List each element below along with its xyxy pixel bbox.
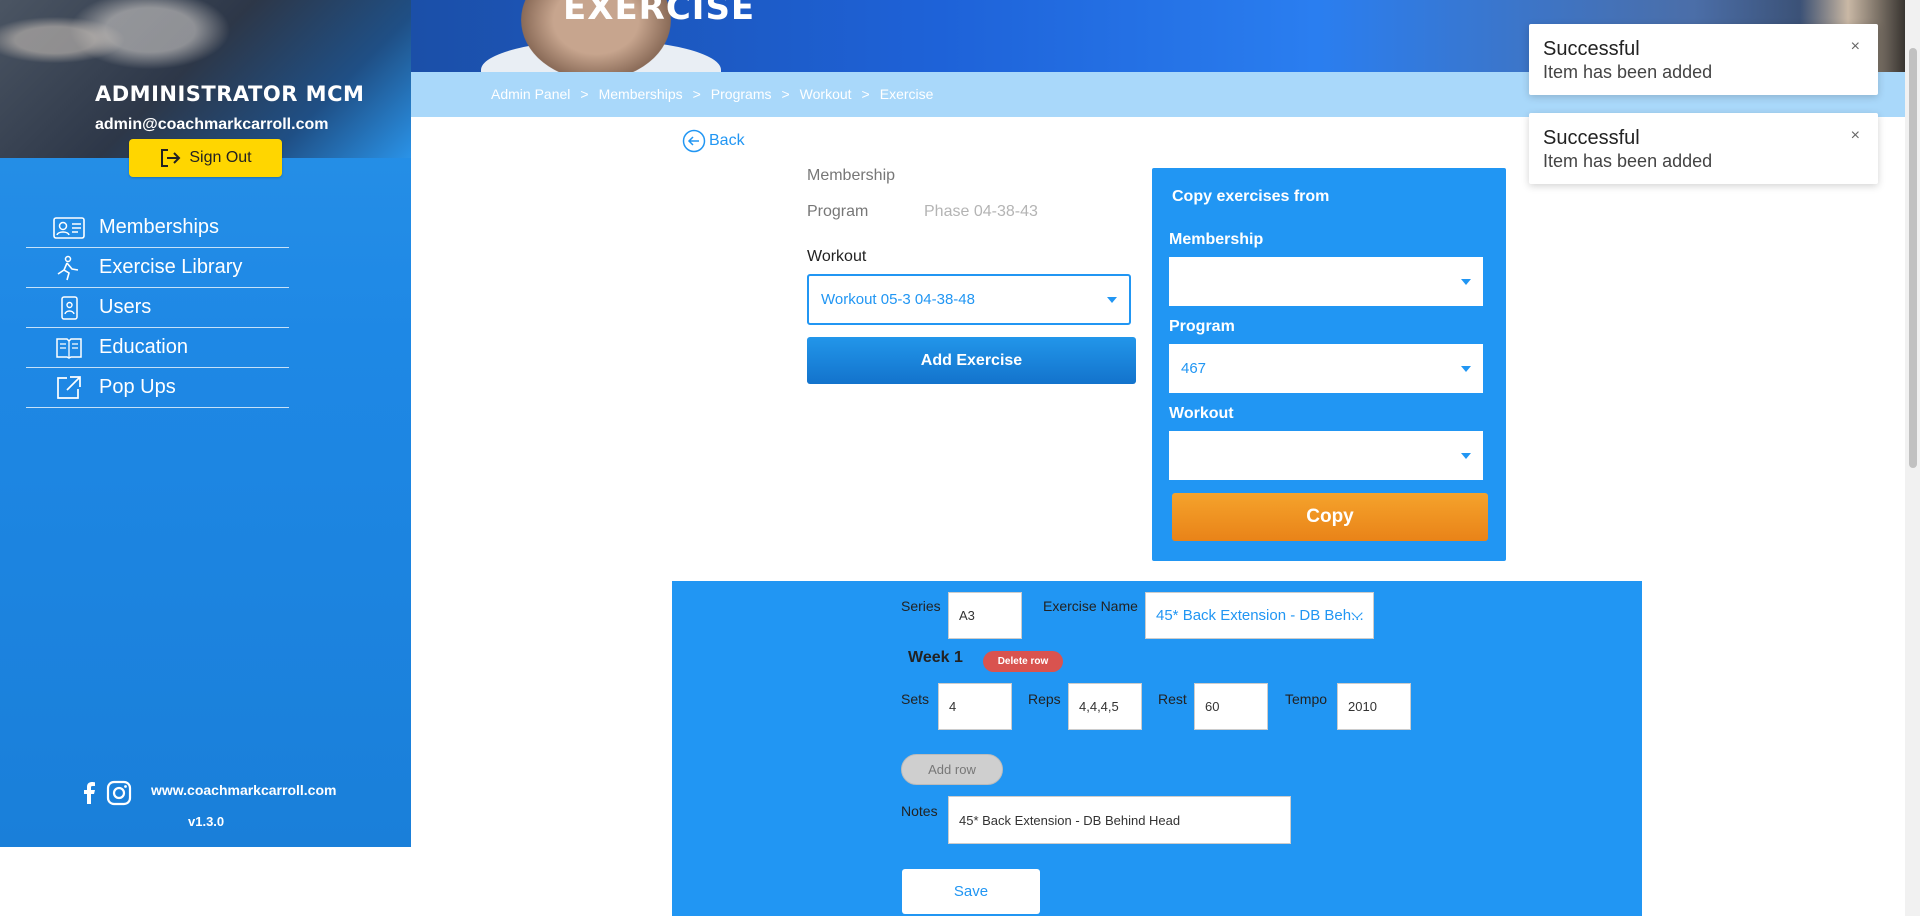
add-row-button[interactable]: Add row [901,754,1003,785]
sign-out-label: Sign Out [189,149,252,166]
page-scrollbar[interactable] [1905,0,1920,916]
series-label: Series [901,598,941,614]
copy-program-select[interactable]: 467 [1169,344,1483,393]
breadcrumb-separator: > [692,86,701,102]
copy-panel-title: Copy exercises from [1172,188,1330,205]
sign-out-button[interactable]: Sign Out [129,139,282,177]
dropdown-caret-icon [1461,452,1471,459]
toast-message: Item has been added [1543,151,1713,171]
copy-membership-select[interactable] [1169,257,1483,306]
sidebar-item-label: Users [99,296,152,318]
id-card-icon [53,216,85,239]
notes-input[interactable]: 45* Back Extension - DB Behind Head [948,796,1291,844]
page-title: EXERCISE [563,0,756,28]
sidebar-item-label: Education [99,336,188,358]
facebook-icon[interactable] [82,782,96,804]
sidebar: ADMINISTRATOR MCM admin@coachmarkcarroll… [0,0,411,847]
breadcrumb-programs[interactable]: Programs [711,86,772,102]
sidebar-item-memberships[interactable]: Memberships [26,208,289,248]
workout-select-value: Workout 05-3 04-38-48 [821,291,975,308]
copy-exercises-panel: Copy exercises from Membership Program 4… [1152,168,1506,561]
copy-program-value: 467 [1181,360,1207,377]
breadcrumb-separator: > [580,86,589,102]
membership-label: Membership [807,167,896,184]
sign-out-icon [161,149,181,167]
social-links [82,780,132,806]
exercise-name-value: 45* Back Extension - DB Beh... [1156,607,1364,624]
save-button[interactable]: Save [902,869,1040,914]
user-icon [61,295,78,320]
success-toast: Successful Item has been added × [1529,113,1878,184]
toast-title: Successful [1543,38,1640,60]
breadcrumb: Admin Panel > Memberships > Programs > W… [491,86,933,102]
copy-membership-label: Membership [1169,231,1264,248]
sidebar-item-users[interactable]: Users [26,288,289,328]
success-toast: Successful Item has been added × [1529,24,1878,95]
rest-label: Rest [1158,691,1187,707]
week-label: Week 1 [908,649,963,666]
admin-email: admin@coachmarkcarroll.com [95,116,329,133]
workout-select[interactable]: Workout 05-3 04-38-48 [807,274,1131,325]
instagram-icon[interactable] [106,780,132,806]
copy-program-label: Program [1169,318,1235,335]
rest-input[interactable]: 60 [1194,683,1268,730]
sidebar-item-pop-ups[interactable]: Pop Ups [26,368,289,408]
tempo-label: Tempo [1285,691,1328,707]
dropdown-caret-icon [1461,278,1471,285]
toast-title: Successful [1543,127,1640,149]
breadcrumb-separator: > [861,86,870,102]
exercise-editor-panel: Series A3 Exercise Name 45* Back Extensi… [672,581,1642,916]
copy-workout-label: Workout [1169,405,1234,422]
breadcrumb-exercise[interactable]: Exercise [880,86,934,102]
reps-input[interactable]: 4,4,4,5 [1068,683,1142,730]
sidebar-nav: Memberships Exercise Library Users Educa… [26,208,289,408]
exercise-name-select[interactable]: 45* Back Extension - DB Beh... [1145,592,1374,639]
back-button[interactable]: Back [682,129,745,153]
toast-message: Item has been added [1543,62,1713,82]
sidebar-item-exercise-library[interactable]: Exercise Library [26,248,289,288]
breadcrumb-admin-panel[interactable]: Admin Panel [491,86,570,102]
sets-input[interactable]: 4 [938,683,1012,730]
copy-workout-select[interactable] [1169,431,1483,480]
program-value: Phase 04-38-43 [924,203,1038,220]
tempo-input[interactable]: 2010 [1337,683,1411,730]
dropdown-caret-icon [1461,365,1471,372]
admin-name: ADMINISTRATOR MCM [95,82,365,106]
back-arrow-icon [682,129,706,153]
sidebar-item-education[interactable]: Education [26,328,289,368]
close-icon[interactable]: × [1851,38,1860,56]
breadcrumb-separator: > [781,86,790,102]
copy-button[interactable]: Copy [1172,493,1488,541]
breadcrumb-workout[interactable]: Workout [800,86,852,102]
sidebar-item-label: Exercise Library [99,256,243,278]
delete-row-button[interactable]: Delete row [983,651,1063,672]
breadcrumb-memberships[interactable]: Memberships [599,86,683,102]
sidebar-item-label: Pop Ups [99,376,176,398]
scrollbar-thumb[interactable] [1909,48,1917,468]
runner-icon [57,255,79,280]
external-link-icon [57,375,81,399]
sets-label: Sets [901,691,930,707]
exercise-name-label: Exercise Name [1043,598,1138,614]
notes-label: Notes [901,803,938,819]
close-icon[interactable]: × [1851,127,1860,145]
add-exercise-button[interactable]: Add Exercise [807,337,1136,384]
site-url-link[interactable]: www.coachmarkcarroll.com [151,782,336,798]
back-label: Back [709,132,745,149]
dropdown-caret-icon [1107,296,1117,303]
series-input[interactable]: A3 [948,592,1022,639]
workout-label: Workout [807,248,867,265]
sidebar-item-label: Memberships [99,216,220,238]
program-label: Program [807,203,869,220]
book-icon [56,337,82,359]
app-version: v1.3.0 [188,814,225,829]
reps-label: Reps [1028,691,1061,707]
sidebar-header-photo [0,0,411,158]
